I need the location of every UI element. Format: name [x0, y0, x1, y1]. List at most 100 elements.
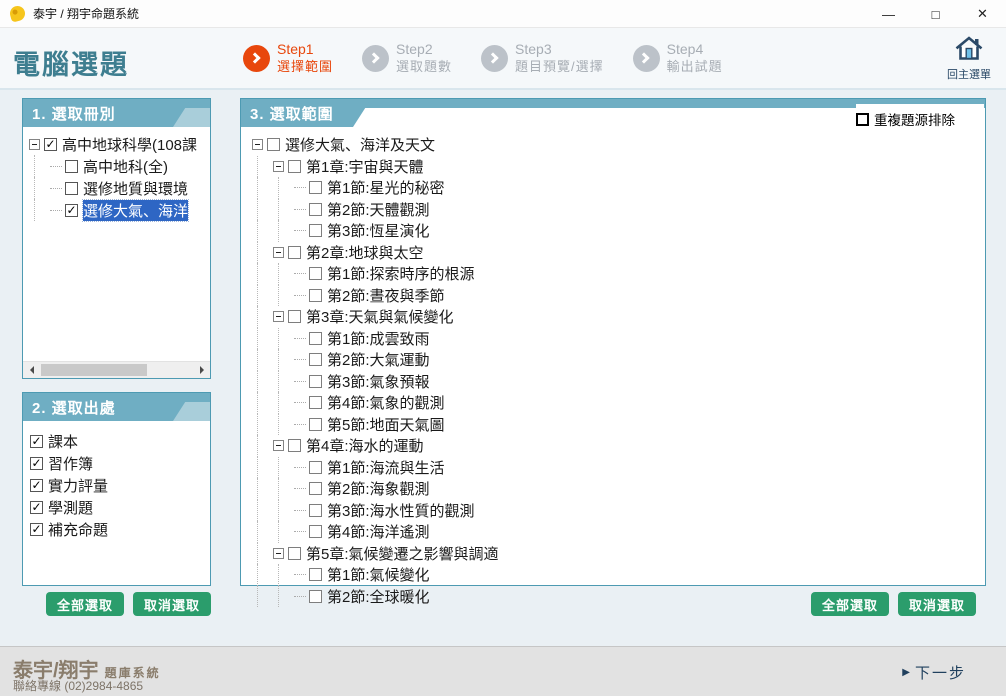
- scroll-right-arrow-icon[interactable]: [193, 362, 210, 378]
- tree-label[interactable]: 第2節:海象觀測: [327, 478, 430, 499]
- tree-label[interactable]: 第1節:氣候變化: [327, 564, 430, 585]
- tree-row: 選修地質與環境: [29, 177, 208, 199]
- expander-minus-icon[interactable]: [273, 440, 284, 451]
- tree-label[interactable]: 第3節:氣象預報: [327, 371, 430, 392]
- tree-label[interactable]: 選修大氣、海洋: [83, 200, 188, 221]
- step-4: Step4 輸出試題: [633, 41, 723, 75]
- tree-label[interactable]: 第2章:地球與太空: [306, 242, 424, 263]
- tree-checkbox[interactable]: [309, 181, 322, 194]
- tree-checkbox[interactable]: ✓: [65, 204, 78, 217]
- tree-checkbox[interactable]: [309, 568, 322, 581]
- tree-label[interactable]: 第4節:海洋遙測: [327, 521, 430, 542]
- maximize-button[interactable]: □: [912, 0, 959, 28]
- tree-checkbox[interactable]: [309, 461, 322, 474]
- select-all-button-left[interactable]: 全部選取: [46, 592, 124, 616]
- step-3-chevron-icon: [481, 45, 508, 72]
- tree-checkbox[interactable]: [288, 547, 301, 560]
- next-arrow-icon: ▶: [902, 667, 910, 678]
- tree-label[interactable]: 第3章:天氣與氣候變化: [306, 306, 454, 327]
- expander-minus-icon[interactable]: [273, 247, 284, 258]
- tree-label[interactable]: 第1章:宇宙與天體: [306, 156, 424, 177]
- tree-guide-line: [273, 328, 294, 350]
- deselect-button-right[interactable]: 取消選取: [898, 592, 976, 616]
- home-icon: [954, 35, 984, 61]
- minimize-button[interactable]: —: [865, 0, 912, 28]
- tree-label[interactable]: 第5章:氣候變遷之影響與調適: [306, 543, 499, 564]
- dedupe-checkbox[interactable]: [856, 113, 869, 126]
- tree-checkbox[interactable]: [288, 439, 301, 452]
- scroll-thumb[interactable]: [41, 364, 147, 376]
- tree-label[interactable]: 第1節:星光的秘密: [327, 177, 445, 198]
- tree-label[interactable]: 第1節:海流與生活: [327, 457, 445, 478]
- tree-checkbox[interactable]: [309, 289, 322, 302]
- tree-checkbox[interactable]: [309, 203, 322, 216]
- tree-checkbox[interactable]: [288, 160, 301, 173]
- tree-label[interactable]: 第2節:晝夜與季節: [327, 285, 445, 306]
- source-label[interactable]: 補充命題: [48, 519, 108, 540]
- tree-label[interactable]: 第4章:海水的運動: [306, 435, 424, 456]
- tree-checkbox[interactable]: [309, 353, 322, 366]
- expander-minus-icon[interactable]: [273, 161, 284, 172]
- source-label[interactable]: 實力評量: [48, 475, 108, 496]
- tree-label[interactable]: 第2節:天體觀測: [327, 199, 430, 220]
- tree-row: 第2章:地球與太空: [252, 242, 983, 264]
- tree-checkbox[interactable]: [309, 525, 322, 538]
- tree-checkbox[interactable]: [309, 396, 322, 409]
- expander-minus-icon[interactable]: [252, 139, 263, 150]
- tree-label[interactable]: 第2節:大氣運動: [327, 349, 430, 370]
- next-button[interactable]: ▶ 下一步: [902, 662, 966, 683]
- source-checkbox[interactable]: ✓: [30, 457, 43, 470]
- panel-scope-select: 3. 選取範圍 重複題源排除 選修大氣、海洋及天文第1章:宇宙與天體第1節:星光…: [240, 98, 986, 586]
- tree-label[interactable]: 第1節:探索時序的根源: [327, 263, 475, 284]
- tree-label[interactable]: 高中地科(全): [83, 156, 168, 177]
- tree-checkbox[interactable]: [309, 504, 322, 517]
- expander-minus-icon[interactable]: [273, 548, 284, 559]
- source-label[interactable]: 課本: [48, 431, 78, 452]
- tree-guide-line: [273, 199, 294, 221]
- tree-label[interactable]: 第5節:地面天氣圖: [327, 414, 445, 435]
- tree-label[interactable]: 第4節:氣象的觀測: [327, 392, 445, 413]
- scroll-left-arrow-icon[interactable]: [23, 362, 40, 378]
- tree-checkbox[interactable]: [309, 375, 322, 388]
- source-checkbox[interactable]: ✓: [30, 479, 43, 492]
- source-label[interactable]: 學測題: [48, 497, 93, 518]
- tree-label[interactable]: 選修大氣、海洋及天文: [285, 134, 435, 155]
- dedupe-label: 重複題源排除: [874, 109, 955, 129]
- tree-row: 第3節:海水性質的觀測: [252, 500, 983, 522]
- tree-connector-line: [294, 187, 306, 188]
- tree-checkbox[interactable]: [288, 246, 301, 259]
- deselect-button-left[interactable]: 取消選取: [133, 592, 211, 616]
- tree-checkbox[interactable]: [309, 267, 322, 280]
- tree-checkbox[interactable]: [309, 224, 322, 237]
- tree-guide-line: [252, 199, 273, 221]
- tree-label[interactable]: 第1節:成雲致雨: [327, 328, 430, 349]
- tree-checkbox[interactable]: [309, 418, 322, 431]
- tree-checkbox[interactable]: [267, 138, 280, 151]
- source-checkbox[interactable]: ✓: [30, 501, 43, 514]
- tree-guide-line: [252, 543, 273, 565]
- tree-label[interactable]: 選修地質與環境: [83, 178, 188, 199]
- source-checkbox[interactable]: ✓: [30, 435, 43, 448]
- tree-checkbox[interactable]: [65, 182, 78, 195]
- tree-checkbox[interactable]: [309, 332, 322, 345]
- tree-checkbox[interactable]: [309, 482, 322, 495]
- tree-guide-line: [273, 177, 294, 199]
- source-item: ✓ 實力評量: [30, 474, 204, 496]
- tree-checkbox[interactable]: [288, 310, 301, 323]
- h-scrollbar[interactable]: [23, 361, 210, 378]
- source-checkbox[interactable]: ✓: [30, 523, 43, 536]
- source-label[interactable]: 習作簿: [48, 453, 93, 474]
- tree-checkbox[interactable]: ✓: [44, 138, 57, 151]
- panel-book-select-header: 1. 選取冊別: [23, 99, 210, 127]
- tree-checkbox[interactable]: [65, 160, 78, 173]
- source-item: ✓ 補充命題: [30, 518, 204, 540]
- expander-minus-icon[interactable]: [29, 139, 40, 150]
- tree-label[interactable]: 第3節:恆星演化: [327, 220, 430, 241]
- home-button[interactable]: 回主選單: [942, 35, 996, 82]
- step-1-label: 選擇範圍: [277, 59, 333, 75]
- tree-label[interactable]: 高中地球科學(108課: [62, 134, 197, 155]
- select-all-button-right[interactable]: 全部選取: [811, 592, 889, 616]
- tree-label[interactable]: 第3節:海水性質的觀測: [327, 500, 475, 521]
- expander-minus-icon[interactable]: [273, 311, 284, 322]
- close-button[interactable]: ✕: [959, 0, 1006, 28]
